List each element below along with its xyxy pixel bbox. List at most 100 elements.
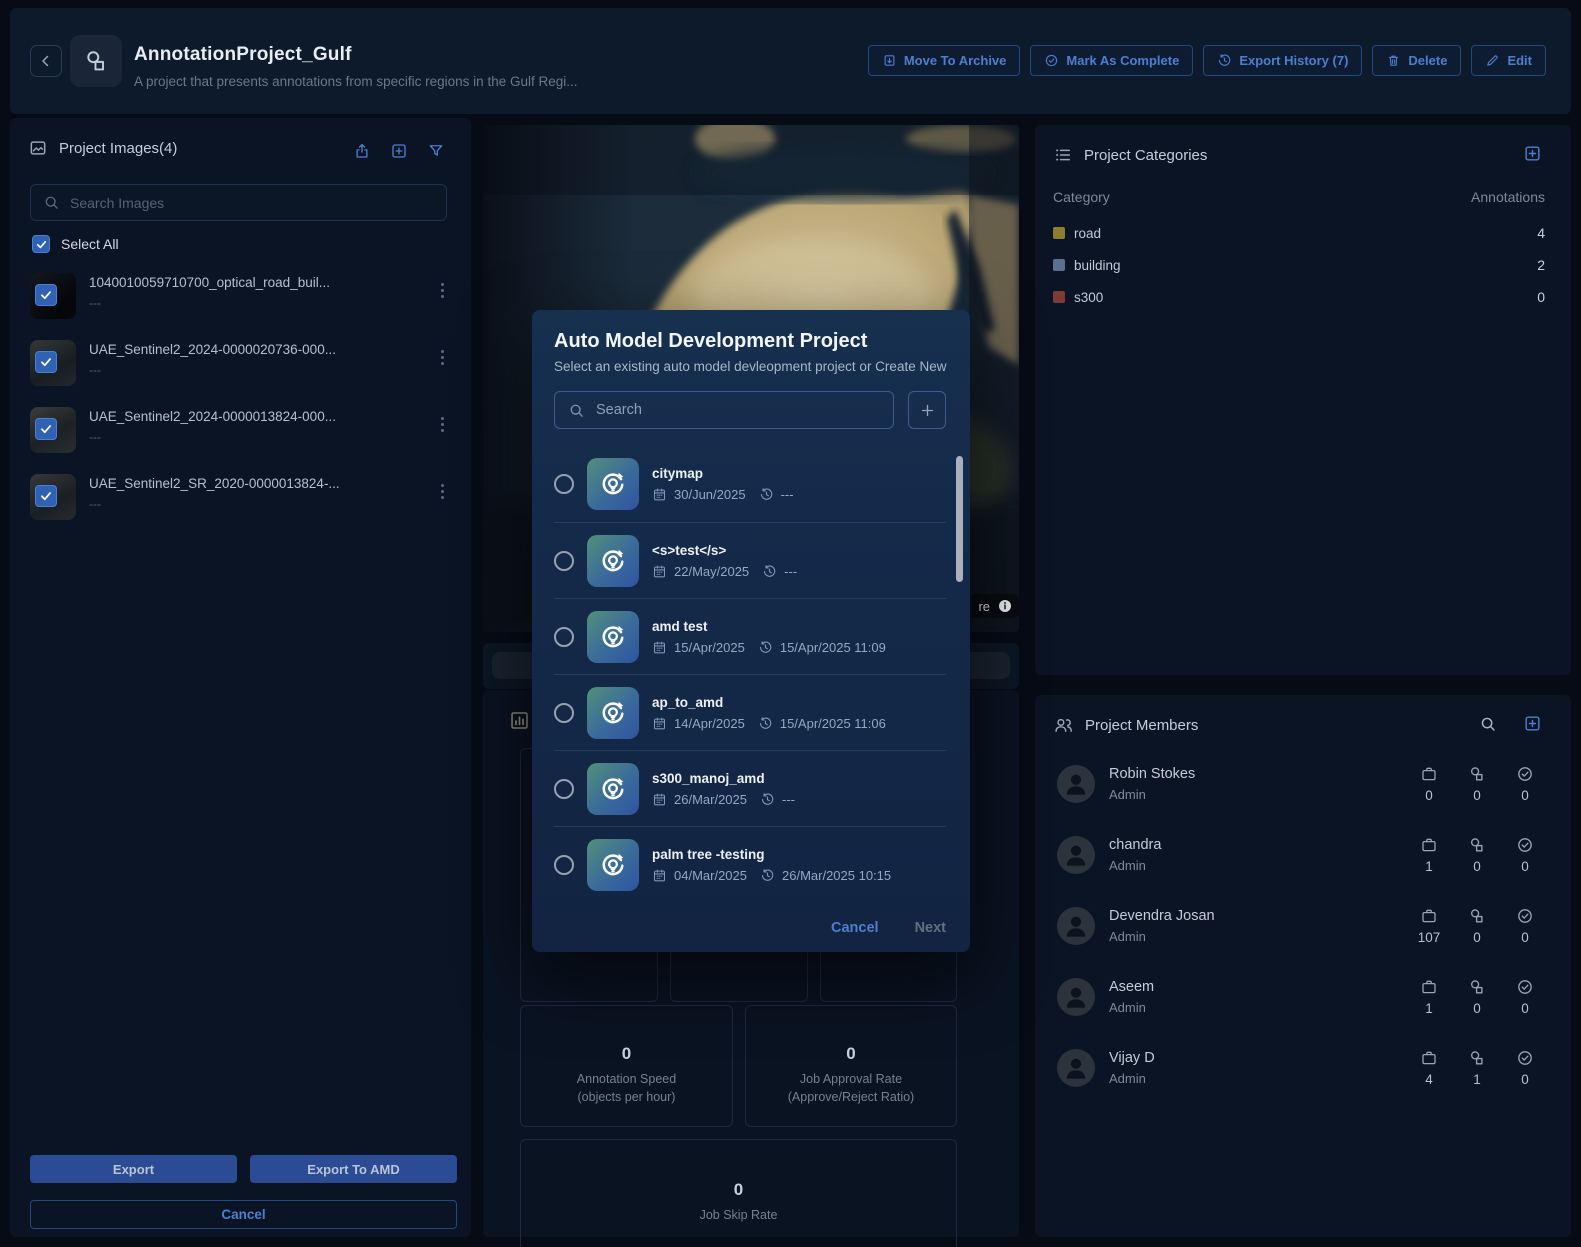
- modal-cancel-button[interactable]: Cancel: [831, 920, 879, 936]
- search-icon: [568, 402, 585, 419]
- calendar-icon: [652, 564, 667, 579]
- radio-button[interactable]: [554, 626, 574, 647]
- add-member-icon[interactable]: [1523, 714, 1542, 733]
- amd-project-time: 15/Apr/2025 11:06: [779, 715, 886, 731]
- image-item[interactable]: UAE_Sentinel2_2024-0000013824-000... ---: [30, 407, 451, 453]
- amd-project-time: 15/Apr/2025 11:09: [779, 639, 886, 655]
- move-to-archive-button[interactable]: Move To Archive: [867, 45, 1021, 76]
- member-approved-count: 0: [1521, 930, 1529, 945]
- map-attribution: re: [964, 594, 1019, 618]
- image-item[interactable]: 1040010059710700_optical_road_buil... ---: [30, 273, 451, 319]
- create-new-project-button[interactable]: [908, 391, 946, 429]
- radio-button[interactable]: [554, 474, 574, 494]
- image-search-box: [30, 184, 447, 221]
- avatar: [1057, 978, 1095, 1016]
- category-row: road 4: [1053, 217, 1545, 249]
- approved-icon: [1516, 1049, 1534, 1067]
- job-skip-rate-value: 0: [733, 1180, 744, 1199]
- image-item[interactable]: UAE_Sentinel2_SR_2020-0000013824-... ---: [30, 474, 451, 520]
- image-list: 1040010059710700_optical_road_buil... ---…: [30, 273, 451, 520]
- amd-project-date: 15/Apr/2025: [674, 639, 745, 655]
- briefcase-icon: [1420, 1049, 1438, 1067]
- image-checkbox[interactable]: [35, 351, 57, 373]
- image-menu-icon[interactable]: [435, 283, 449, 298]
- member-search-icon[interactable]: [1479, 715, 1497, 733]
- job-skip-rate-label: Job Skip Rate: [699, 1208, 778, 1222]
- annotation-speed-value: 0: [621, 1044, 632, 1063]
- amd-project-icon: [587, 610, 639, 663]
- radio-button[interactable]: [554, 550, 574, 571]
- annotation-speed-card: 0 Annotation Speed (objects per hour): [520, 1005, 733, 1127]
- amd-project-item[interactable]: amd test 15/Apr/2025 15/Apr/2025 11:09: [554, 598, 946, 674]
- annotation-icon: [1468, 907, 1486, 925]
- avatar: [1057, 765, 1095, 803]
- amd-project-item[interactable]: ap_to_amd 14/Apr/2025 15/Apr/2025 11:06: [554, 674, 946, 750]
- calendar-icon: [652, 792, 667, 807]
- modal-scrollbar[interactable]: [956, 456, 963, 582]
- clock-icon: [759, 487, 774, 502]
- image-name: UAE_Sentinel2_2024-0000020736-000...: [89, 342, 336, 357]
- radio-button[interactable]: [554, 778, 574, 799]
- category-name: building: [1074, 257, 1121, 273]
- modal-search-input[interactable]: [596, 402, 880, 418]
- member-row: Aseem Admin 1 0 0: [1057, 966, 1545, 1028]
- category-count: 4: [1537, 225, 1545, 241]
- image-checkbox[interactable]: [35, 485, 57, 507]
- amd-project-time: ---: [780, 487, 794, 502]
- member-annotations-count: 0: [1473, 930, 1481, 945]
- member-annotations-count: 1: [1473, 1072, 1481, 1087]
- export-button[interactable]: Export: [30, 1155, 237, 1183]
- edit-button[interactable]: Edit: [1471, 45, 1546, 76]
- images-panel-title: Project Images(4): [59, 139, 178, 157]
- back-button[interactable]: [30, 45, 62, 77]
- radio-button[interactable]: [554, 854, 574, 875]
- amd-project-name: s300_manoj_amd: [652, 770, 765, 786]
- image-thumbnail: [30, 273, 76, 319]
- amd-project-name: palm tree -testing: [652, 846, 765, 862]
- member-list: Robin Stokes Admin 0 0 0 chandra Admin 1 0…: [1057, 753, 1545, 1099]
- member-name: Devendra Josan: [1109, 908, 1215, 924]
- radio-button[interactable]: [554, 702, 574, 723]
- delete-button[interactable]: Delete: [1372, 45, 1462, 76]
- image-search-input[interactable]: [70, 194, 434, 211]
- category-column-header: Category: [1053, 189, 1110, 205]
- annotations-column-header: Annotations: [1471, 189, 1545, 205]
- image-checkbox[interactable]: [35, 418, 57, 440]
- calendar-icon: [652, 640, 667, 655]
- member-role: Admin: [1109, 1000, 1146, 1015]
- categories-panel-title: Project Categories: [1084, 146, 1208, 164]
- export-history-button[interactable]: Export History (7): [1203, 45, 1363, 76]
- category-color-swatch: [1053, 291, 1065, 303]
- job-approval-rate-sublabel: (Approve/Reject Ratio): [787, 1089, 915, 1104]
- annotation-icon: [1468, 836, 1486, 854]
- amd-project-item[interactable]: citymap 30/Jun/2025 ---: [554, 446, 946, 522]
- export-to-amd-button[interactable]: Export To AMD: [250, 1155, 457, 1183]
- approved-icon: [1516, 836, 1534, 854]
- mark-as-complete-button[interactable]: Mark As Complete: [1030, 45, 1194, 76]
- image-checkbox[interactable]: [35, 284, 57, 306]
- member-annotations-count: 0: [1473, 788, 1481, 803]
- image-item[interactable]: UAE_Sentinel2_2024-0000020736-000... ---: [30, 340, 451, 386]
- info-icon[interactable]: [997, 598, 1013, 614]
- modal-next-button[interactable]: Next: [915, 920, 946, 936]
- amd-project-item[interactable]: palm tree -testing 04/Mar/2025 26/Mar/202…: [554, 826, 946, 902]
- project-description: A project that presents annotations from…: [134, 74, 578, 89]
- image-menu-icon[interactable]: [435, 350, 449, 365]
- export-images-icon[interactable]: [353, 142, 371, 160]
- export-history-label: Export History (7): [1239, 53, 1349, 68]
- amd-project-item[interactable]: s300_manoj_amd 26/Mar/2025 ---: [554, 750, 946, 826]
- image-menu-icon[interactable]: [435, 417, 449, 432]
- image-menu-icon[interactable]: [435, 484, 449, 499]
- cancel-export-button[interactable]: Cancel: [30, 1200, 457, 1229]
- image-thumbnail: [30, 407, 76, 453]
- clock-icon: [762, 564, 777, 579]
- header-actions: Move To Archive Mark As Complete Export …: [867, 45, 1546, 76]
- filter-icon[interactable]: [427, 142, 445, 160]
- add-image-icon[interactable]: [390, 142, 408, 160]
- edit-label: Edit: [1507, 53, 1532, 68]
- select-all-checkbox[interactable]: [32, 235, 50, 253]
- add-category-icon[interactable]: [1523, 144, 1542, 163]
- amd-project-item[interactable]: <s>test</s> 22/May/2025 ---: [554, 522, 946, 598]
- avatar: [1057, 836, 1095, 874]
- avatar: [1057, 907, 1095, 945]
